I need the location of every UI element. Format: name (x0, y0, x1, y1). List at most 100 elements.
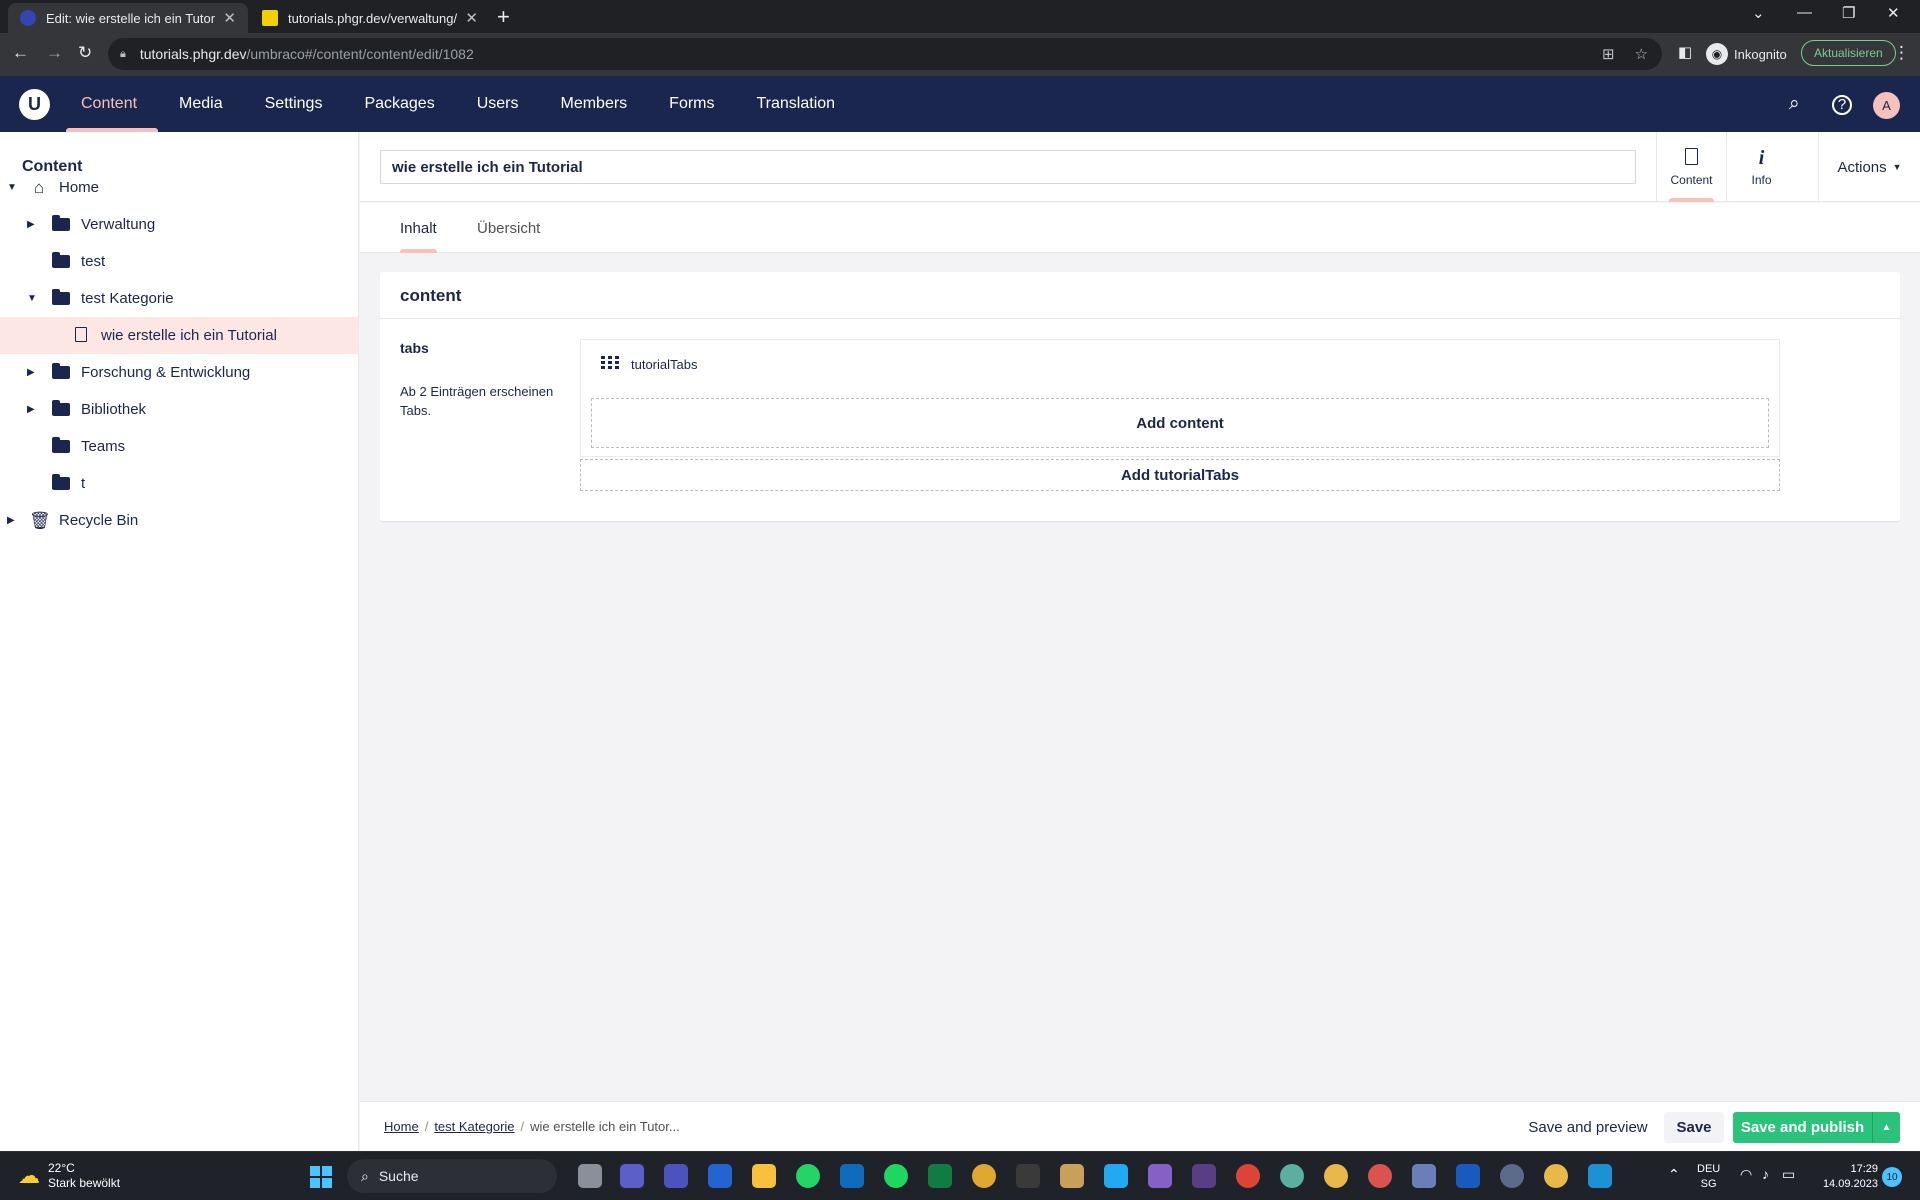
umbraco-logo[interactable]: U (19, 89, 50, 120)
word-icon[interactable] (1456, 1164, 1480, 1188)
volume-icon[interactable]: ♪ (1762, 1166, 1769, 1182)
add-content-button[interactable]: Add content (591, 398, 1769, 448)
tree-node-t[interactable]: t (0, 465, 358, 502)
section-settings[interactable]: Settings (244, 76, 344, 132)
tab-inhalt[interactable]: Inhalt (400, 203, 437, 253)
chrome-profile-icon[interactable] (1544, 1164, 1568, 1188)
tree-node-recycle-bin[interactable]: ▶ 🗑︎ Recycle Bin (0, 502, 358, 539)
weather-widget[interactable]: ☁ 22°C Stark bewölkt (18, 1161, 120, 1191)
tree-node-verwaltung[interactable]: ▶ Verwaltung (0, 206, 358, 243)
close-tab-icon[interactable]: ✕ (465, 9, 478, 27)
publish-options-caret-icon[interactable]: ▲ (1872, 1112, 1900, 1143)
tray-overflow-icon[interactable]: ⌃ (1668, 1166, 1680, 1183)
app-icon[interactable] (1060, 1164, 1084, 1188)
excel-icon[interactable] (928, 1164, 952, 1188)
restore-icon[interactable]: ❐ (1842, 4, 1855, 22)
visual-studio-icon[interactable] (1148, 1164, 1172, 1188)
translate-icon[interactable]: ⊞ (1602, 45, 1615, 63)
caret-right-icon[interactable]: ▶ (7, 515, 17, 526)
new-tab-icon[interactable]: + (497, 6, 510, 28)
search-icon[interactable]: ⌕ (1789, 93, 1800, 115)
bookmark-star-icon[interactable]: ☆ (1635, 45, 1648, 63)
user-avatar[interactable]: A (1873, 92, 1900, 119)
tree-node-teams[interactable]: Teams (0, 428, 358, 465)
caret-down-icon[interactable]: ▼ (7, 182, 17, 193)
notification-badge[interactable]: 10 (1882, 1167, 1902, 1187)
app-content[interactable]: Content (1656, 132, 1726, 202)
save-button[interactable]: Save (1664, 1112, 1724, 1143)
tree-node-forschung[interactable]: ▶ Forschung & Entwicklung (0, 354, 358, 391)
file-explorer-icon[interactable] (752, 1164, 776, 1188)
lock-icon[interactable]: 🔒︎ (120, 48, 126, 61)
breadcrumb-test-kategorie[interactable]: test Kategorie (434, 1119, 514, 1134)
app-info[interactable]: i Info (1726, 132, 1796, 202)
spotify-icon[interactable] (884, 1164, 908, 1188)
tree-node-test[interactable]: test (0, 243, 358, 280)
todo-icon[interactable] (708, 1164, 732, 1188)
browser-tab-tutorials[interactable]: tutorials.phgr.dev/verwaltung/inf ✕ (250, 3, 490, 33)
breadcrumb-home[interactable]: Home (384, 1119, 419, 1134)
actions-button[interactable]: Actions ▼ (1818, 132, 1920, 202)
app-icon[interactable] (1192, 1164, 1216, 1188)
clock-time: 17:29 (1850, 1163, 1878, 1175)
tree-node-wie-erstelle[interactable]: wie erstelle ich ein Tutorial (0, 317, 358, 354)
address-bar[interactable]: 🔒︎ tutorials.phgr.dev /umbraco#/content/… (108, 38, 1662, 70)
section-users[interactable]: Users (456, 76, 540, 132)
update-button[interactable]: Aktualisieren (1801, 40, 1896, 66)
wifi-icon[interactable]: ◠ (1740, 1166, 1752, 1183)
app-icon[interactable] (1412, 1164, 1436, 1188)
tree-node-test-kategorie[interactable]: ▼ test Kategorie (0, 280, 358, 317)
outlook-icon[interactable] (840, 1164, 864, 1188)
close-tab-icon[interactable]: ✕ (223, 9, 236, 27)
input-language[interactable]: DEU SG (1697, 1162, 1720, 1192)
section-translation[interactable]: Translation (736, 76, 857, 132)
app-icon[interactable] (1588, 1164, 1612, 1188)
tab-search-icon[interactable]: ⌄ (1752, 4, 1765, 22)
battery-icon[interactable]: ▭ (1782, 1166, 1795, 1183)
taskbar-search[interactable]: ⌕ Suche (347, 1159, 557, 1193)
section-packages[interactable]: Packages (343, 76, 455, 132)
reload-icon[interactable]: ↻ (78, 43, 92, 63)
caret-right-icon[interactable]: ▶ (27, 219, 37, 230)
task-view-icon[interactable] (578, 1164, 602, 1188)
section-media[interactable]: Media (158, 76, 244, 132)
chrome-icon[interactable] (972, 1164, 996, 1188)
search-icon: ⌕ (361, 1167, 369, 1184)
system-clock[interactable]: 17:29 14.09.2023 (1806, 1162, 1878, 1192)
back-icon[interactable]: ← (12, 43, 29, 63)
help-icon[interactable]: ? (1832, 95, 1852, 115)
side-panel-icon[interactable]: ◧ (1678, 43, 1692, 63)
incognito-indicator[interactable]: ◉ Inkognito (1706, 43, 1787, 65)
section-members[interactable]: Members (539, 76, 648, 132)
close-window-icon[interactable]: ✕ (1887, 4, 1900, 22)
save-and-publish-button[interactable]: Save and publish (1733, 1112, 1872, 1143)
minimize-icon[interactable]: — (1797, 4, 1812, 21)
caret-right-icon[interactable]: ▶ (27, 367, 37, 378)
chrome-profile-icon[interactable] (1236, 1164, 1260, 1188)
forward-icon[interactable]: → (46, 43, 63, 63)
teams-icon[interactable] (664, 1164, 688, 1188)
terminal-icon[interactable] (1016, 1164, 1040, 1188)
browser-menu-icon[interactable]: ⋮ (1893, 43, 1910, 63)
tree-node-home[interactable]: ▼ ⌂ Home (0, 169, 358, 206)
section-forms[interactable]: Forms (648, 76, 735, 132)
chrome-profile-icon[interactable] (1324, 1164, 1348, 1188)
section-content[interactable]: Content (66, 76, 159, 132)
block-item: tutorialTabs Add content (580, 339, 1780, 457)
app-icon[interactable] (1280, 1164, 1304, 1188)
tab-uebersicht[interactable]: Übersicht (477, 203, 540, 253)
caret-right-icon[interactable]: ▶ (27, 404, 37, 415)
app-icon[interactable] (1500, 1164, 1524, 1188)
windows-start-icon[interactable] (310, 1166, 332, 1188)
whatsapp-icon[interactable] (796, 1164, 820, 1188)
node-name-input[interactable] (380, 150, 1636, 184)
browser-tab-edit[interactable]: Edit: wie erstelle ich ein Tutorial - ✕ (8, 3, 248, 33)
block-header[interactable]: tutorialTabs (601, 356, 697, 372)
teams-chat-icon[interactable] (620, 1164, 644, 1188)
vscode-icon[interactable] (1104, 1164, 1128, 1188)
caret-down-icon[interactable]: ▼ (27, 293, 37, 304)
save-and-preview-button[interactable]: Save and preview (1518, 1112, 1658, 1143)
tree-node-bibliothek[interactable]: ▶ Bibliothek (0, 391, 358, 428)
chrome-profile-icon[interactable] (1368, 1164, 1392, 1188)
add-tutorialtabs-button[interactable]: Add tutorialTabs (580, 459, 1780, 491)
